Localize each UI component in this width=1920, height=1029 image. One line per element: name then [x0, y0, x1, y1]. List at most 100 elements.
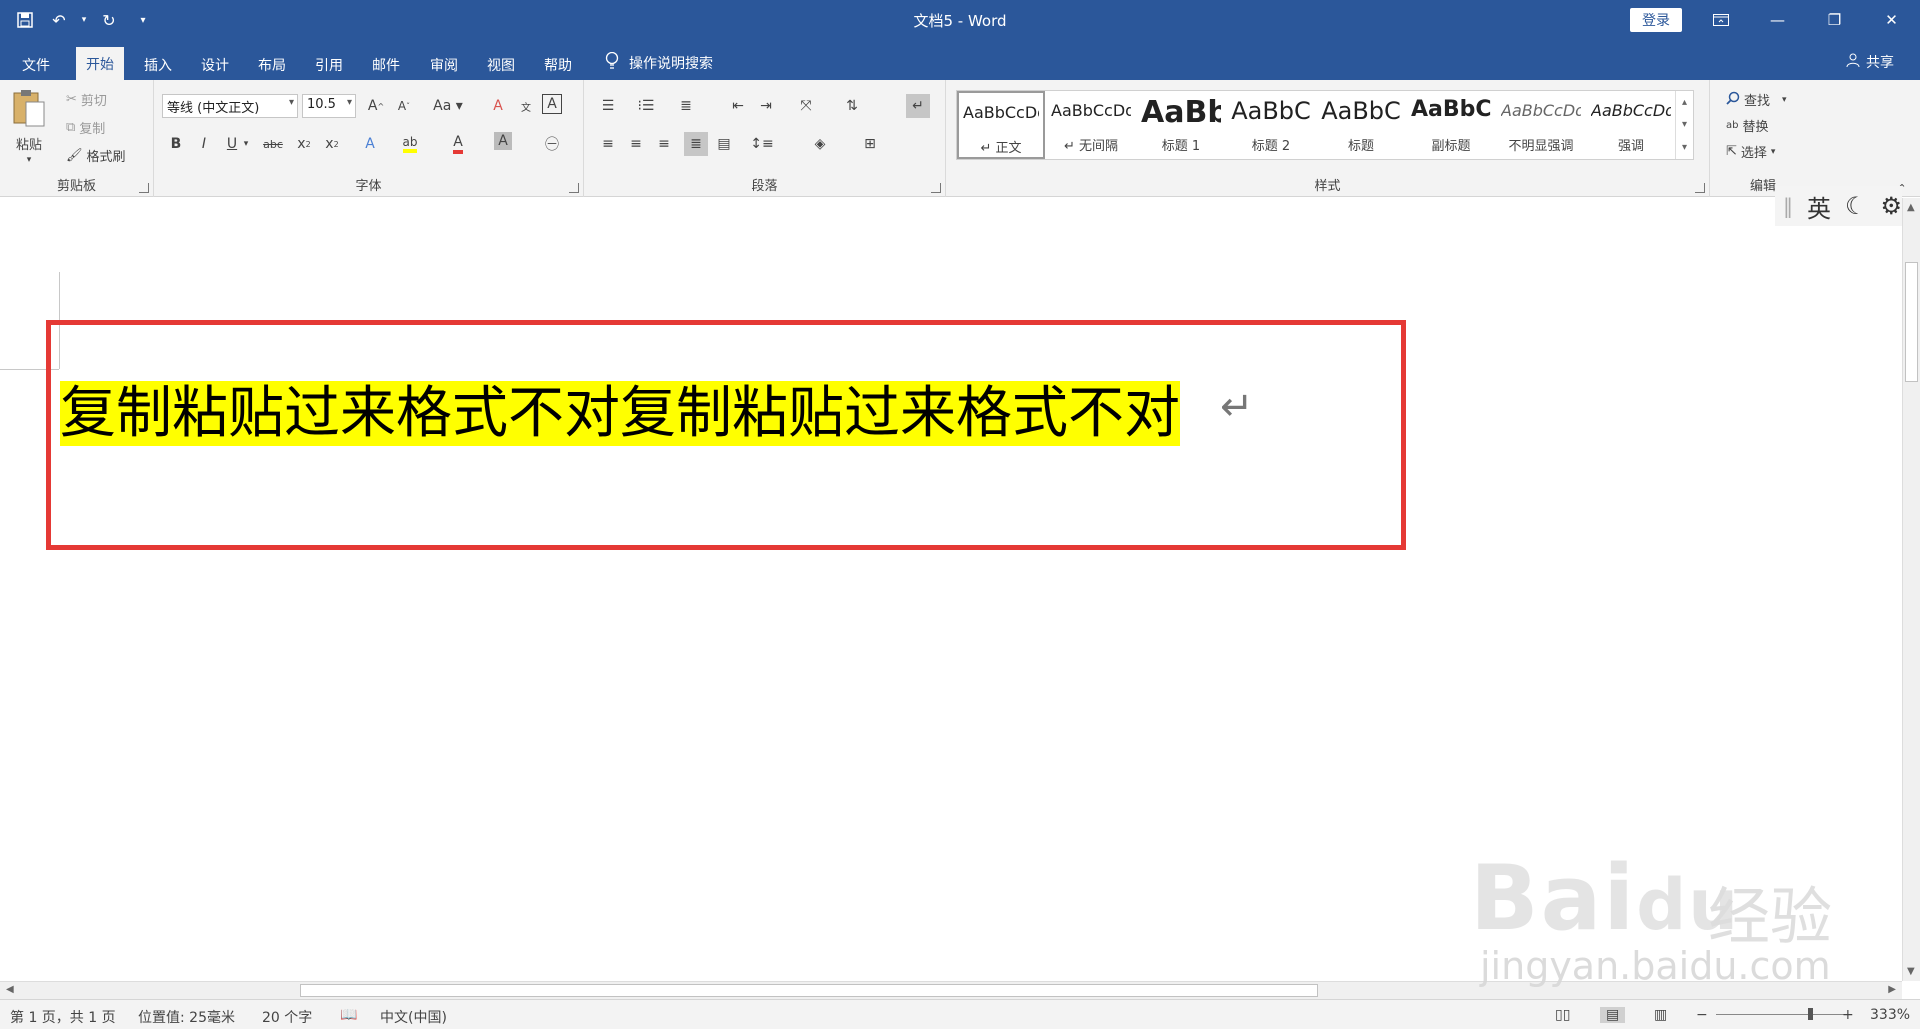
share-button[interactable]: 共享	[1846, 52, 1894, 72]
copy-button[interactable]: ⧉ 复制	[66, 118, 105, 137]
word-count[interactable]: 20 个字	[262, 1007, 312, 1027]
ribbon-display-icon[interactable]	[1692, 0, 1749, 40]
horizontal-scroll-thumb[interactable]	[300, 984, 1318, 997]
increase-indent-icon[interactable]: ⇥	[754, 94, 778, 118]
close-icon[interactable]: ✕	[1863, 0, 1920, 40]
ime-mode-toggle[interactable]: 英	[1807, 189, 1831, 224]
style-heading-1[interactable]: AaBb 标题 1	[1137, 91, 1225, 159]
decrease-indent-icon[interactable]: ⇤	[726, 94, 750, 118]
tab-mailings[interactable]: 邮件	[362, 49, 410, 80]
italic-icon[interactable]: I	[192, 132, 216, 156]
character-shading-icon[interactable]: A	[494, 132, 512, 150]
justify-icon[interactable]: ≣	[684, 132, 708, 156]
character-border-icon[interactable]: A	[542, 94, 562, 114]
text-effects-icon[interactable]: A	[358, 132, 382, 156]
bold-icon[interactable]: B	[164, 132, 188, 156]
zoom-slider-thumb[interactable]	[1808, 1008, 1813, 1020]
enclose-characters-icon[interactable]: ㊀	[540, 132, 564, 156]
tab-review[interactable]: 审阅	[420, 49, 468, 80]
align-left-icon[interactable]: ≡	[596, 132, 620, 156]
underline-dropdown-icon[interactable]: ▾	[240, 132, 252, 156]
style-normal[interactable]: AaBbCcDd ↵ 正文	[957, 91, 1045, 159]
font-color-icon[interactable]: A	[446, 132, 470, 156]
cut-button[interactable]: ✂ 剪切	[66, 90, 107, 109]
more-icon[interactable]: ▾	[1682, 142, 1687, 153]
paragraph-launcher-icon[interactable]	[931, 183, 941, 193]
style-no-spacing[interactable]: AaBbCcDd ↵ 无间隔	[1047, 91, 1135, 159]
line-spacing-icon[interactable]: ↕≡	[750, 132, 774, 156]
tab-help[interactable]: 帮助	[534, 49, 582, 80]
scroll-left-icon[interactable]: ◀	[6, 984, 14, 995]
language[interactable]: 中文(中国)	[380, 1007, 447, 1027]
borders-icon[interactable]: ⊞	[858, 132, 882, 156]
vertical-scroll-thumb[interactable]	[1905, 262, 1918, 382]
style-heading-2[interactable]: AaBbC 标题 2	[1227, 91, 1315, 159]
moon-icon[interactable]: ☾	[1845, 192, 1867, 220]
scroll-up-icon[interactable]: ▲	[1907, 202, 1915, 213]
numbering-icon[interactable]: ⁝☰	[634, 94, 658, 118]
select-button[interactable]: ⇱ 选择 ▾	[1726, 142, 1775, 161]
clear-formatting-icon[interactable]: A	[486, 94, 510, 118]
font-name-combo[interactable]: 等线 (中文正文)	[162, 94, 298, 118]
chevron-up-icon[interactable]: ▴	[1682, 97, 1687, 108]
find-button[interactable]: 查找 ▾	[1726, 90, 1787, 109]
zoom-out-icon[interactable]: −	[1696, 1007, 1708, 1023]
tab-references[interactable]: 引用	[305, 49, 353, 80]
tab-design[interactable]: 设计	[191, 49, 239, 80]
sort-icon[interactable]: ⇅	[840, 94, 864, 118]
proofing-icon[interactable]: 📖	[340, 1007, 357, 1023]
position-value[interactable]: 位置值: 25毫米	[138, 1007, 235, 1027]
page-count[interactable]: 第 1 页，共 1 页	[10, 1007, 116, 1027]
style-subtle-emphasis[interactable]: AaBbCcDd 不明显强调	[1497, 91, 1585, 159]
tab-layout[interactable]: 布局	[248, 49, 296, 80]
chinese-layout-icon[interactable]: ⤧	[794, 94, 818, 118]
drag-handle-icon[interactable]: ‖	[1783, 194, 1793, 218]
tab-insert[interactable]: 插入	[134, 49, 182, 80]
tell-me-search[interactable]: 操作说明搜索	[605, 51, 713, 74]
zoom-in-icon[interactable]: +	[1842, 1007, 1854, 1023]
tab-home[interactable]: 开始	[76, 47, 124, 80]
shading-icon[interactable]: ◈	[808, 132, 832, 156]
style-subtitle[interactable]: AaBbC 副标题	[1407, 91, 1495, 159]
chevron-down-icon[interactable]: ▾	[1682, 119, 1687, 130]
font-launcher-icon[interactable]	[569, 183, 579, 193]
format-painter-button[interactable]: 🖌 格式刷	[66, 146, 126, 165]
clipboard-launcher-icon[interactable]	[139, 183, 149, 193]
read-mode-icon[interactable]: ▯▯	[1555, 1007, 1570, 1023]
zoom-level[interactable]: 333%	[1870, 1007, 1910, 1023]
print-layout-icon[interactable]: ▤	[1600, 1007, 1626, 1023]
replace-button[interactable]: ab 替换	[1726, 116, 1769, 135]
vertical-scrollbar[interactable]: ▲ ▼	[1902, 198, 1920, 981]
watermark-cn: 经验	[1708, 880, 1833, 953]
web-layout-icon[interactable]: ▥	[1654, 1007, 1667, 1023]
grow-font-icon[interactable]: A ^	[364, 94, 388, 118]
style-title[interactable]: AaBbC 标题	[1317, 91, 1405, 159]
change-case-icon[interactable]: Aa ▾	[430, 94, 466, 118]
styles-gallery-scroll[interactable]: ▴ ▾ ▾	[1675, 91, 1693, 159]
phonetic-guide-icon[interactable]: 文	[514, 94, 538, 118]
shrink-font-icon[interactable]: Aˇ	[392, 94, 416, 118]
align-center-icon[interactable]: ≡	[624, 132, 648, 156]
highlight-icon[interactable]: ab	[398, 132, 422, 156]
bullets-icon[interactable]: ☰	[596, 94, 620, 118]
distributed-icon[interactable]: ▤	[712, 132, 736, 156]
show-marks-icon[interactable]: ↵	[906, 94, 930, 118]
subscript-icon[interactable]: x2	[292, 132, 316, 156]
multilevel-list-icon[interactable]: ≣	[674, 94, 698, 118]
gear-icon[interactable]: ⚙	[1881, 192, 1903, 220]
styles-launcher-icon[interactable]	[1695, 183, 1705, 193]
tab-view[interactable]: 视图	[477, 49, 525, 80]
align-right-icon[interactable]: ≡	[652, 132, 676, 156]
tab-file[interactable]: 文件	[12, 49, 60, 80]
superscript-icon[interactable]: x2	[320, 132, 344, 156]
zoom-slider[interactable]	[1716, 1008, 1848, 1020]
minimize-icon[interactable]: —	[1749, 0, 1806, 40]
scroll-down-icon[interactable]: ▼	[1907, 966, 1915, 977]
login-button[interactable]: 登录	[1630, 8, 1682, 32]
style-emphasis[interactable]: AaBbCcDd 强调	[1587, 91, 1675, 159]
paste-button[interactable]: 粘贴 ▾	[12, 88, 46, 165]
font-size-combo[interactable]: 10.5	[302, 94, 356, 118]
restore-icon[interactable]: ❐	[1806, 0, 1863, 40]
scroll-right-icon[interactable]: ▶	[1888, 984, 1896, 995]
strikethrough-icon[interactable]: abc	[258, 132, 288, 156]
